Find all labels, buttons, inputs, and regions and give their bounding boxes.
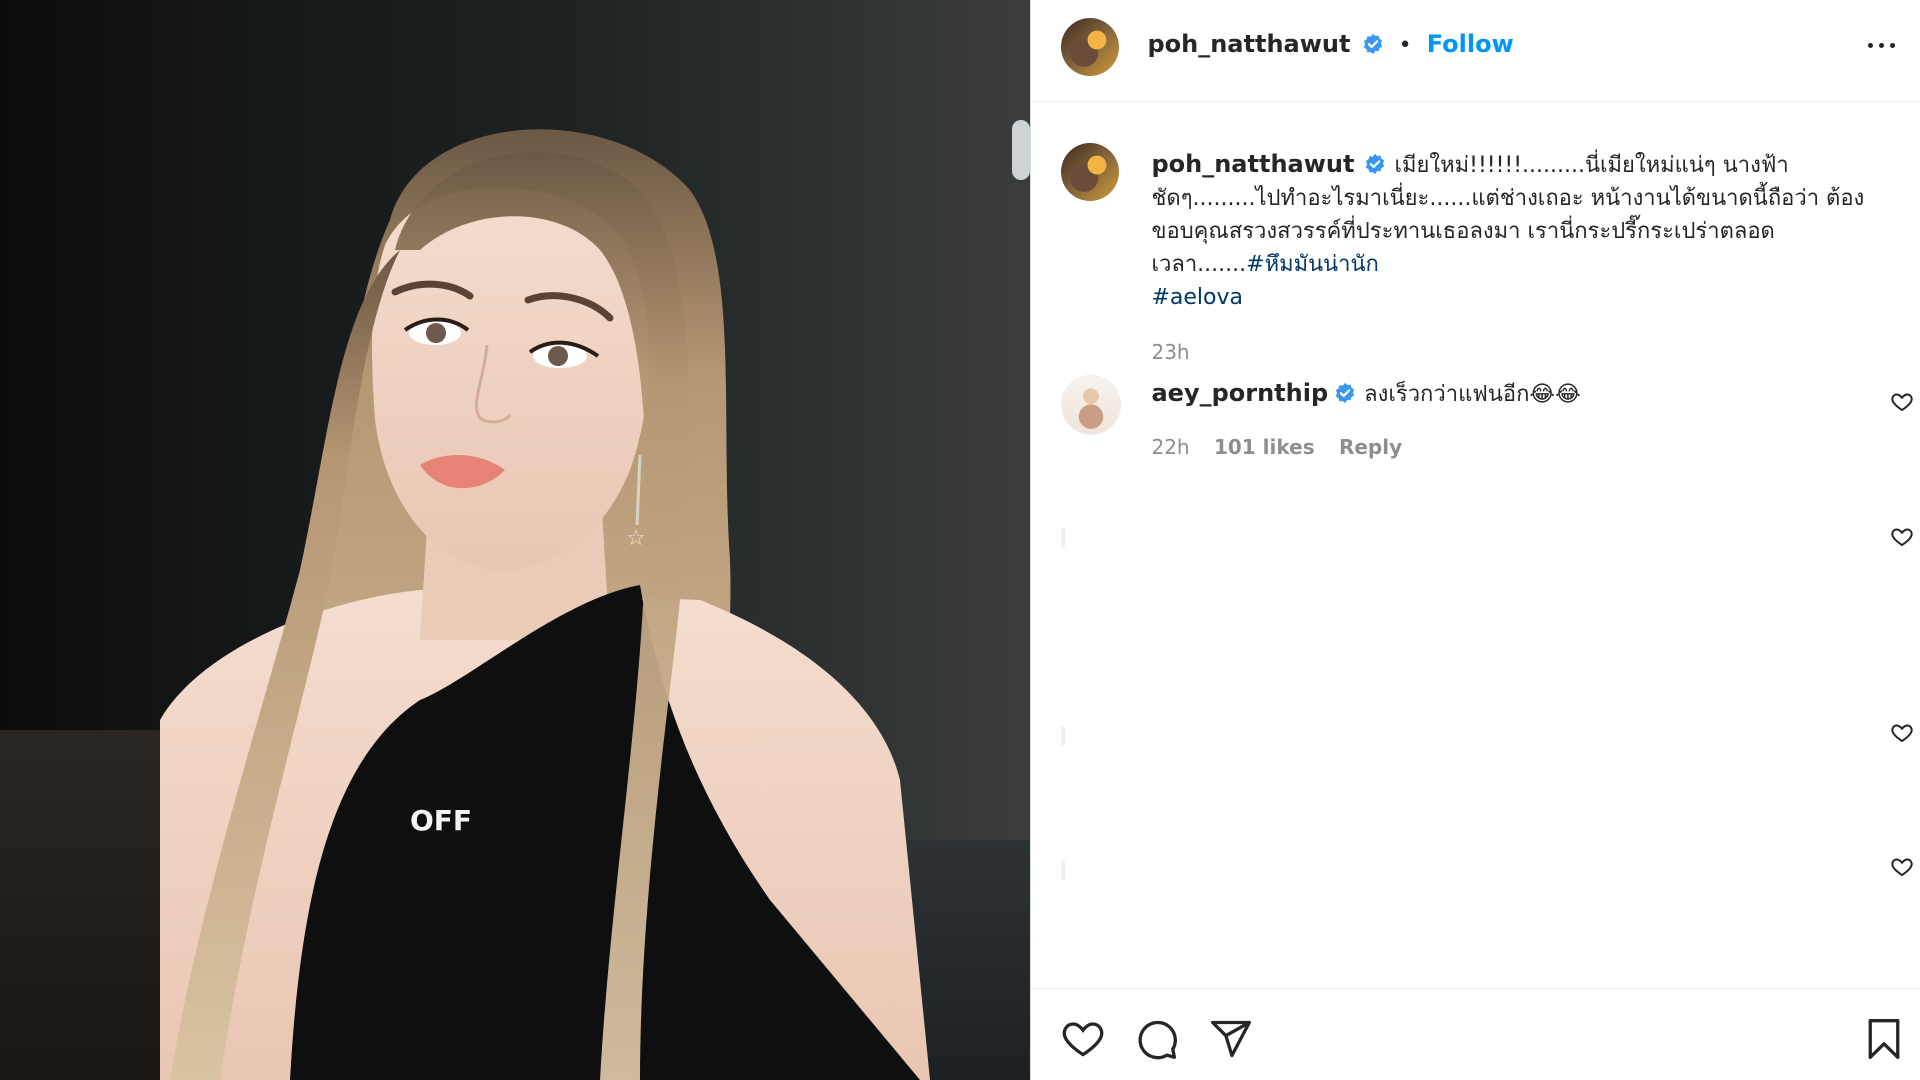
caption-avatar[interactable] — [1061, 143, 1120, 201]
reply-button[interactable]: Reply — [1339, 435, 1402, 459]
post-caption: poh_natthawut เมียใหม่!!!!!!.........นี่เ… — [1151, 148, 1891, 369]
verified-badge-icon — [1366, 153, 1385, 175]
hashtag-link[interactable]: #หึมมันน่านัก — [1246, 252, 1379, 277]
hidden-comment-placeholder — [1061, 726, 1066, 746]
follow-button[interactable]: Follow — [1427, 30, 1514, 58]
post-details-panel: poh_natthawut • Follow poh_natthawut เมีย… — [1030, 0, 1920, 1080]
comment-username[interactable]: aey_pornthip — [1151, 379, 1328, 407]
author-username[interactable]: poh_natthawut — [1147, 30, 1350, 58]
commenter-avatar[interactable] — [1061, 375, 1122, 435]
author-avatar[interactable] — [1061, 18, 1120, 76]
caption-timestamp: 23h — [1151, 340, 1190, 364]
more-options-icon[interactable] — [1862, 30, 1902, 60]
comment-icon[interactable] — [1135, 1017, 1179, 1061]
comment-heart-icon[interactable] — [1890, 855, 1914, 879]
shirt-print-text: OFF — [410, 804, 472, 837]
svg-text:☆: ☆ — [626, 526, 646, 551]
comment-heart-icon[interactable] — [1890, 525, 1914, 549]
portrait-illustration: OFF ☆ — [160, 129, 930, 1080]
hidden-comment-placeholder — [1061, 860, 1066, 880]
author-line: poh_natthawut • Follow — [1147, 30, 1513, 58]
verified-badge-icon — [1335, 382, 1355, 404]
heart-icon[interactable] — [1061, 1017, 1105, 1061]
post-action-bar — [1031, 988, 1920, 1080]
comment-heart-icon[interactable] — [1890, 721, 1914, 745]
verified-badge-icon — [1363, 33, 1382, 55]
hidden-comment-placeholder — [1061, 528, 1066, 548]
share-icon[interactable] — [1209, 1017, 1253, 1061]
comment-heart-icon[interactable] — [1890, 390, 1914, 414]
separator-dot: • — [1398, 33, 1412, 58]
comment-likes[interactable]: 101 likes — [1214, 435, 1315, 459]
comment-text: ลงเร็วกว่าแฟนอีก😂😂 — [1364, 382, 1581, 407]
bookmark-icon[interactable] — [1862, 1017, 1906, 1061]
hashtag-link[interactable]: #aelova — [1151, 285, 1243, 310]
caption-username[interactable]: poh_natthawut — [1151, 150, 1354, 178]
post-header: poh_natthawut • Follow — [1031, 0, 1920, 102]
post-photo[interactable]: OFF ☆ — [0, 0, 1031, 1080]
comment-item: aey_pornthip ลงเร็วกว่าแฟนอีก😂😂 22h 101 l… — [1151, 378, 1580, 462]
comment-timestamp: 22h — [1151, 435, 1190, 459]
